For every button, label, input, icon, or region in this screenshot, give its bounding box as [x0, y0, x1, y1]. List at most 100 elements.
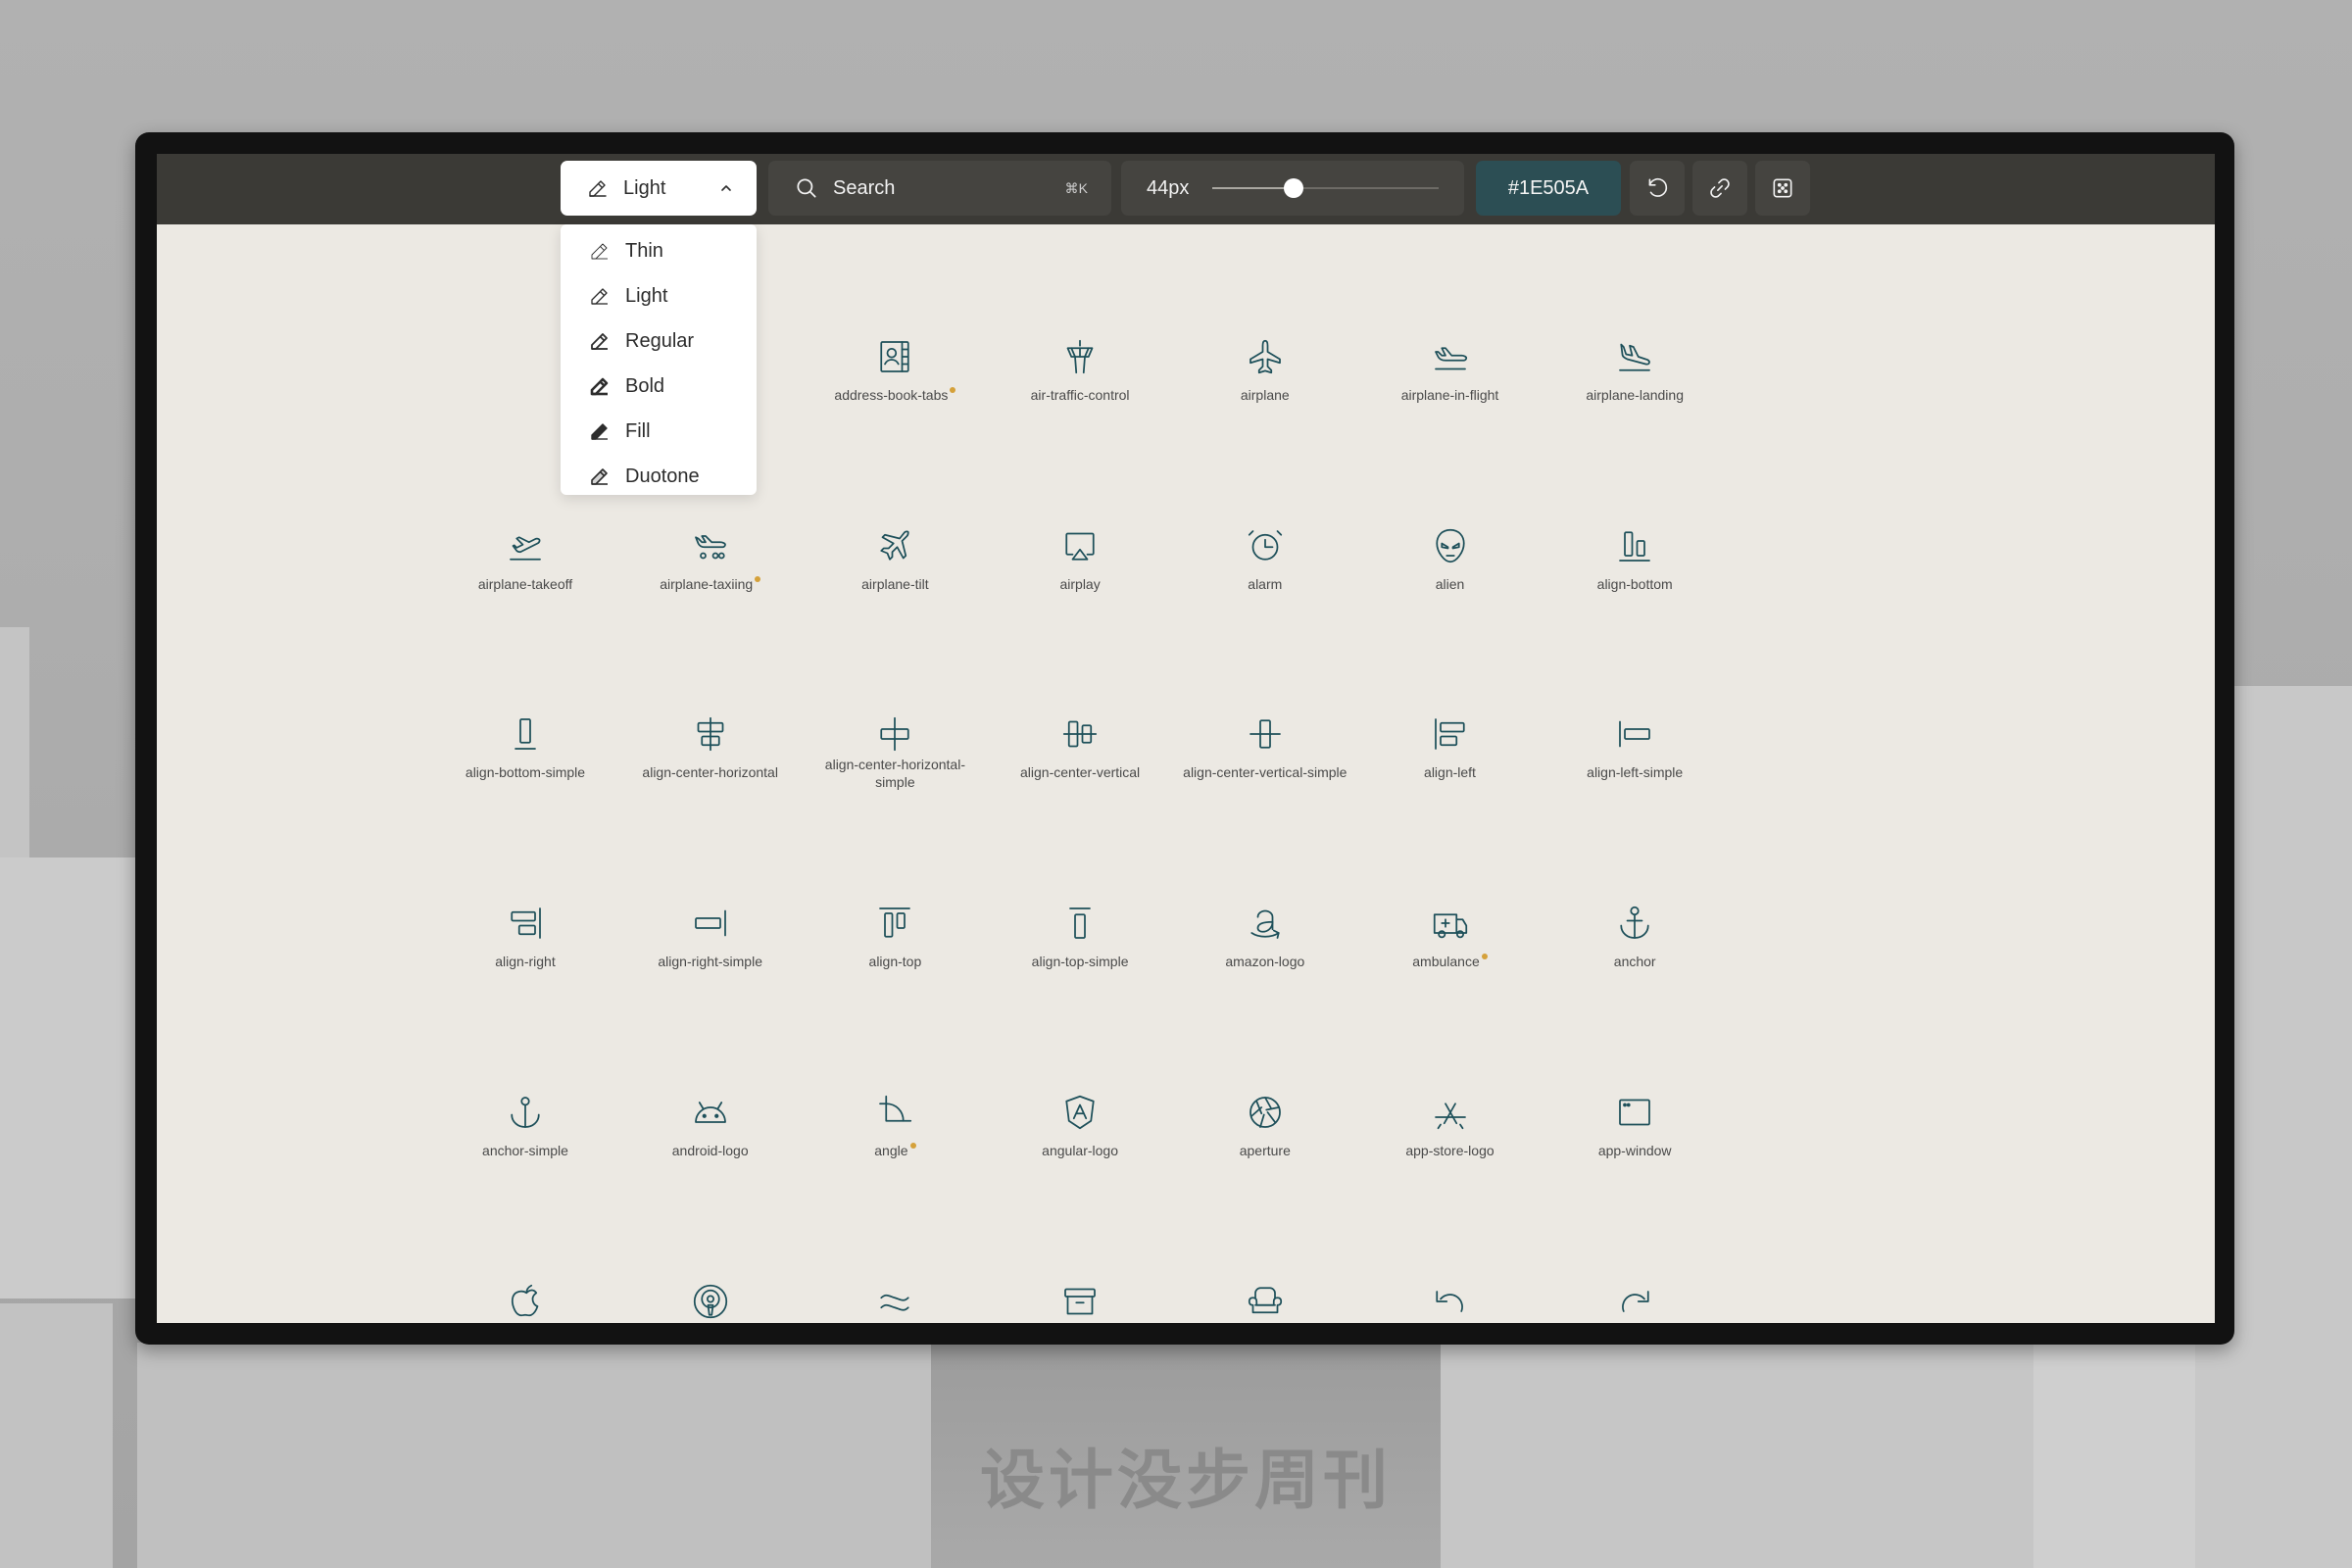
weight-option-light[interactable]: Light — [561, 273, 757, 318]
icon-card[interactable]: airplane-in-flight — [1357, 292, 1544, 439]
approximate-equals-icon — [880, 1294, 910, 1311]
weight-select[interactable]: Light — [561, 161, 757, 216]
search-input[interactable]: Search ⌘K — [768, 161, 1111, 216]
armchair-icon — [1248, 1286, 1282, 1313]
weight-option-duotone[interactable]: Duotone — [561, 454, 757, 499]
icon-card[interactable]: airplay — [987, 481, 1173, 628]
icon-card[interactable]: airplane-tilt — [802, 481, 988, 628]
weight-menu: Thin Light Regular Bold Fill Duotone — [561, 224, 757, 495]
background-block — [1441, 1343, 2038, 1568]
icon-name: align-center-vertical-simple — [1183, 764, 1348, 781]
icon-card[interactable]: align-bottom — [1542, 481, 1728, 628]
icon-name: airplane-in-flight — [1400, 387, 1499, 403]
icon-card[interactable]: anchor — [1542, 858, 1728, 1005]
new-badge — [755, 575, 761, 582]
icon-card[interactable]: air-traffic-control — [987, 292, 1173, 439]
icon-card[interactable]: airplane-taxiing — [617, 481, 804, 628]
icon-name: align-right — [495, 954, 556, 970]
icon-card[interactable]: address-book-tabs — [802, 292, 988, 439]
icon-card[interactable]: android-logo — [617, 1048, 804, 1195]
counter-clockwise-icon — [1648, 178, 1668, 197]
align-left-icon — [1434, 718, 1465, 751]
icon-card[interactable]: align-right — [432, 858, 618, 1005]
icon-name: align-center-horizontal — [642, 764, 778, 781]
icon-card[interactable]: aperture — [1172, 1048, 1358, 1195]
toolbar: Light Search ⌘K 44px #1E505A — [157, 154, 2215, 224]
align-bottom-simple-icon — [514, 718, 536, 751]
icon-card[interactable]: align-center-vertical-simple — [1172, 669, 1358, 816]
weight-option-label: Light — [625, 284, 668, 307]
icon-card-label: align-center-vertical-simple — [1172, 763, 1358, 781]
icon-card-label: amazon-logo — [1172, 953, 1358, 970]
icon-card[interactable]: arrow-arc-left — [1357, 1237, 1544, 1324]
icon-card[interactable]: align-top — [802, 858, 988, 1005]
icon-card-label: app-window — [1542, 1142, 1728, 1159]
icon-name: airplay — [1059, 575, 1101, 592]
icon-card[interactable]: align-top-simple — [987, 858, 1173, 1005]
weight-option-regular[interactable]: Regular — [561, 318, 757, 364]
icon-card[interactable]: align-center-vertical — [987, 669, 1173, 816]
new-badge — [1481, 954, 1488, 960]
icon-card-label: angle — [802, 1142, 988, 1159]
icon-name: airplane-tilt — [861, 575, 929, 592]
size-label: 44px — [1147, 176, 1190, 199]
icon-card[interactable]: app-store-logo — [1357, 1048, 1544, 1195]
icon-card[interactable]: airplane-takeoff — [432, 481, 618, 628]
size-slider[interactable] — [1212, 178, 1439, 198]
icon-name: app-window — [1597, 1142, 1672, 1158]
link-icon — [1710, 178, 1730, 198]
amazon-logo-icon — [1250, 909, 1280, 939]
icon-card[interactable]: angular-logo — [987, 1048, 1173, 1195]
android-logo-icon — [694, 1101, 726, 1123]
icon-card-label: airplane-in-flight — [1357, 386, 1544, 404]
icon-card[interactable]: archive — [987, 1237, 1173, 1324]
icon-card-label: alien — [1357, 575, 1544, 593]
icon-card[interactable]: align-right-simple — [617, 858, 804, 1005]
alarm-icon — [1248, 529, 1282, 561]
icon-card[interactable]: alien — [1357, 481, 1544, 628]
color-picker[interactable]: #1E505A — [1476, 161, 1621, 216]
icon-card[interactable]: ambulance — [1357, 858, 1544, 1005]
icon-card-label: airplane-taxiing — [617, 575, 804, 593]
weight-option-thin[interactable]: Thin — [561, 228, 757, 273]
dice-icon — [1773, 178, 1792, 198]
icon-card-label: angular-logo — [987, 1142, 1173, 1159]
icon-card[interactable]: app-window — [1542, 1048, 1728, 1195]
icon-card[interactable]: anchor-simple — [432, 1048, 618, 1195]
icon-card[interactable]: amazon-logo — [1172, 858, 1358, 1005]
slider-fill — [1212, 187, 1295, 189]
icon-card[interactable]: align-center-horizontal — [617, 669, 804, 816]
icon-card[interactable]: alarm — [1172, 481, 1358, 628]
icon-card[interactable]: align-bottom-simple — [432, 669, 618, 816]
icon-card[interactable]: apple-logo — [432, 1237, 618, 1324]
arrow-arc-left-icon — [1435, 1290, 1463, 1312]
apple-podcasts-logo-icon — [693, 1284, 727, 1318]
aperture-icon — [1249, 1096, 1281, 1128]
random-button[interactable] — [1755, 161, 1810, 216]
icon-card-label: align-bottom — [1542, 575, 1728, 593]
icon-card[interactable]: airplane-landing — [1542, 292, 1728, 439]
slider-thumb[interactable] — [1284, 178, 1304, 198]
weight-select-label: Light — [623, 176, 666, 199]
icon-card[interactable]: apple-podcasts-logo — [617, 1237, 804, 1324]
icon-card[interactable]: align-left-simple — [1542, 669, 1728, 816]
icon-card-label: airplay — [987, 575, 1173, 593]
icon-card[interactable]: align-left — [1357, 669, 1544, 816]
chevron-up-icon — [721, 185, 731, 191]
reset-button[interactable] — [1630, 161, 1685, 216]
align-center-vertical-icon — [1062, 721, 1098, 748]
weight-option-label: Bold — [625, 374, 665, 397]
weight-option-fill[interactable]: Fill — [561, 409, 757, 454]
anchor-simple-icon — [511, 1096, 540, 1128]
icon-card-label: align-center-horizontal-simple — [821, 756, 968, 791]
icon-card[interactable]: armchair — [1172, 1237, 1358, 1324]
airplane-takeoff-icon — [510, 536, 541, 561]
icon-card[interactable]: arrow-arc-right — [1542, 1237, 1728, 1324]
weight-option-bold[interactable]: Bold — [561, 364, 757, 409]
icon-card[interactable]: approximate-equals — [802, 1237, 988, 1324]
weight-option-label: Fill — [625, 419, 651, 442]
icon-card[interactable]: angle — [802, 1048, 988, 1195]
icon-card[interactable]: align-center-horizontal-simple — [802, 669, 988, 816]
icon-card[interactable]: airplane — [1172, 292, 1358, 439]
copy-link-button[interactable] — [1692, 161, 1747, 216]
